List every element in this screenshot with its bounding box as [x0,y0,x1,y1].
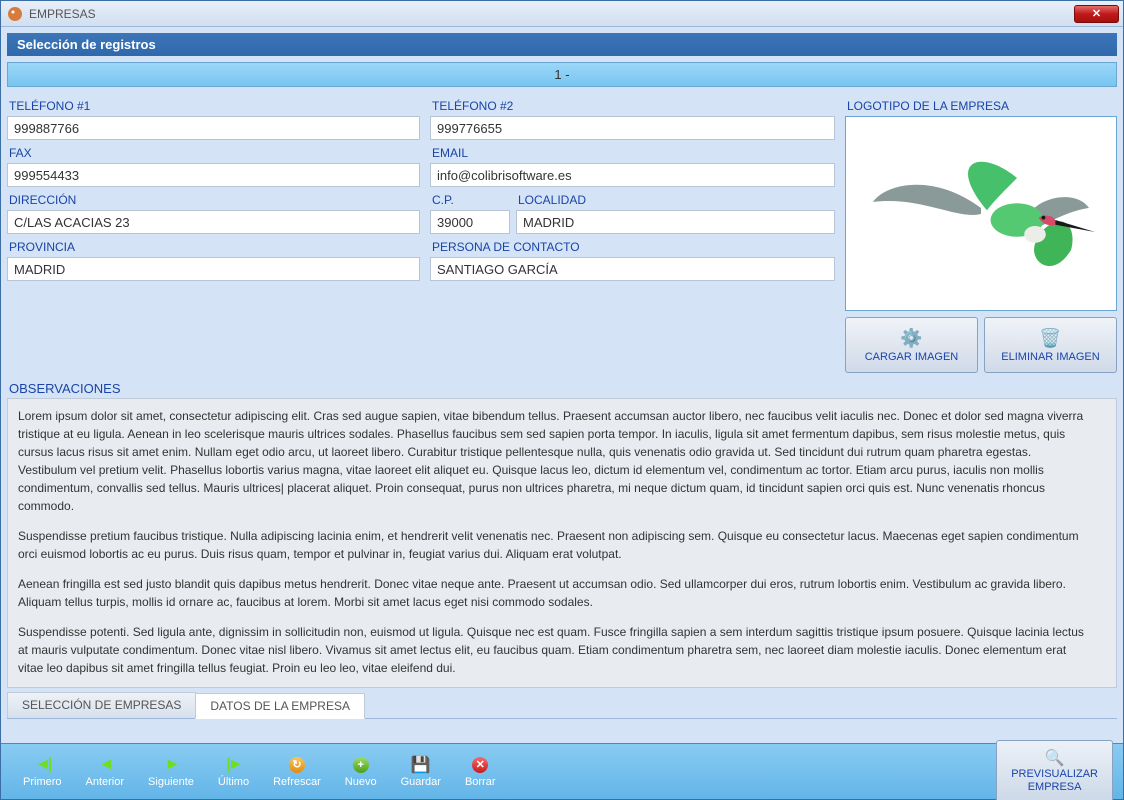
nav-guardar-label: Guardar [401,776,441,788]
nav-siguiente-button[interactable]: ► Siguiente [136,752,206,792]
input-localidad[interactable] [516,210,835,234]
save-icon: 💾 [411,756,431,774]
obs-p1: Lorem ipsum dolor sit amet, consectetur … [18,407,1090,515]
input-fax[interactable] [7,163,420,187]
label-direccion: DIRECCIÓN [7,187,420,210]
gear-icon: ⚙️ [900,328,922,349]
input-email[interactable] [430,163,835,187]
next-icon: ► [165,756,178,774]
nav-nuevo-label: Nuevo [345,776,377,788]
label-provincia: PROVINCIA [7,234,420,257]
refresh-icon: ↻ [289,756,305,774]
nav-primero-button[interactable]: ◄| Primero [11,752,74,792]
nav-refrescar-button[interactable]: ↻ Refrescar [261,752,333,792]
input-contacto[interactable] [430,257,835,281]
trash-icon: 🗑️ [1039,328,1061,349]
label-localidad: LOCALIDAD [516,187,835,210]
nav-borrar-button[interactable]: ✕ Borrar [453,752,508,792]
logo-image-box [845,116,1117,311]
label-telefono2: TELÉFONO #2 [430,93,835,116]
obs-p4: Suspendisse potenti. Sed ligula ante, di… [18,623,1090,677]
nav-ultimo-label: Último [218,776,249,788]
tab-seleccion-empresas[interactable]: SELECCIÓN DE EMPRESAS [7,692,196,718]
nav-anterior-button[interactable]: ◄ Anterior [74,752,137,792]
last-icon: |► [226,756,240,774]
bottom-toolbar: ◄| Primero ◄ Anterior ► Siguiente |► Últ… [1,743,1123,799]
nav-ultimo-button[interactable]: |► Último [206,752,261,792]
tab-datos-empresa[interactable]: DATOS DE LA EMPRESA [195,693,365,719]
app-icon [7,6,23,22]
first-icon: ◄| [35,756,49,774]
preview-empresa-button[interactable]: 🔍 PREVISUALIZAR EMPRESA [996,740,1113,800]
label-email: EMAIL [430,140,835,163]
observations-field[interactable]: Lorem ipsum dolor sit amet, consectetur … [7,398,1117,688]
nav-refrescar-label: Refrescar [273,776,321,788]
nav-anterior-label: Anterior [86,776,125,788]
prev-icon: ◄ [98,756,111,774]
input-provincia[interactable] [7,257,420,281]
label-contacto: PERSONA DE CONTACTO [430,234,835,257]
load-image-label: CARGAR IMAGEN [865,351,959,363]
window: EMPRESAS ✕ Selección de registros 1 - TE… [0,0,1124,800]
close-icon: ✕ [1092,7,1101,20]
window-title: EMPRESAS [29,7,96,21]
obs-p2: Suspendisse pretium faucibus tristique. … [18,527,1090,563]
label-telefono1: TELÉFONO #1 [7,93,420,116]
obs-p3: Aenean fringilla est sed justo blandit q… [18,575,1090,611]
label-observaciones: OBSERVACIONES [9,381,1117,396]
observations-text[interactable]: Lorem ipsum dolor sit amet, consectetur … [8,399,1116,687]
titlebar: EMPRESAS ✕ [1,1,1123,27]
nav-primero-label: Primero [23,776,62,788]
tabs: SELECCIÓN DE EMPRESAS DATOS DE LA EMPRES… [7,692,1117,719]
form-col-logo: LOGOTIPO DE LA EMPRESA ⚙️ CARGAR [845,93,1117,373]
nav-borrar-label: Borrar [465,776,496,788]
input-telefono1[interactable] [7,116,420,140]
delete-image-button[interactable]: 🗑️ ELIMINAR IMAGEN [984,317,1117,373]
hummingbird-icon [851,124,1111,304]
form-area: TELÉFONO #1 FAX DIRECCIÓN PROVINCIA TELÉ… [7,93,1117,373]
new-icon: + [353,756,369,774]
magnifier-icon: 🔍 [1045,749,1065,768]
delete-icon: ✕ [472,756,488,774]
section-header: Selección de registros [7,33,1117,56]
preview-line1: PREVISUALIZAR [1011,768,1098,781]
preview-line2: EMPRESA [1028,781,1082,794]
form-col-1: TELÉFONO #1 FAX DIRECCIÓN PROVINCIA [7,93,420,373]
form-col-2: TELÉFONO #2 EMAIL C.P. LOCALIDAD PERSONA… [430,93,835,373]
delete-image-label: ELIMINAR IMAGEN [1001,351,1099,363]
label-logotipo: LOGOTIPO DE LA EMPRESA [845,93,1117,116]
close-button[interactable]: ✕ [1074,5,1119,23]
input-direccion[interactable] [7,210,420,234]
input-telefono2[interactable] [430,116,835,140]
label-fax: FAX [7,140,420,163]
record-selector[interactable]: 1 - [7,62,1117,87]
label-cp: C.P. [430,187,510,210]
nav-nuevo-button[interactable]: + Nuevo [333,752,389,792]
nav-guardar-button[interactable]: 💾 Guardar [389,752,453,792]
load-image-button[interactable]: ⚙️ CARGAR IMAGEN [845,317,978,373]
nav-siguiente-label: Siguiente [148,776,194,788]
input-cp[interactable] [430,210,510,234]
